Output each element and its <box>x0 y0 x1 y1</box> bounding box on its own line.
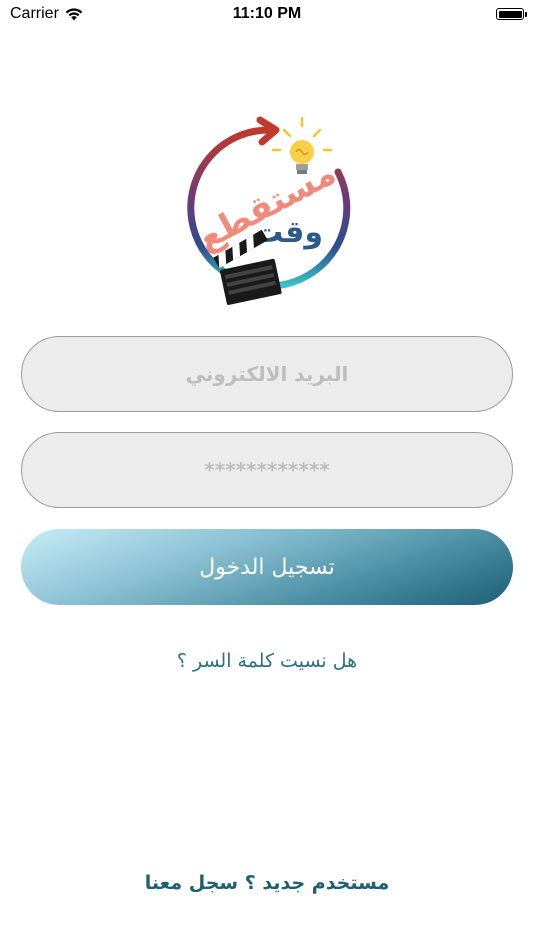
wifi-icon <box>65 7 83 20</box>
password-field[interactable] <box>22 432 512 508</box>
login-button[interactable]: تسجيل الدخول <box>21 529 513 605</box>
logo-word-bottom: وقت <box>253 215 323 250</box>
battery-icon <box>496 8 527 20</box>
email-field[interactable] <box>22 336 512 412</box>
battery-level <box>498 10 522 18</box>
status-left: Carrier <box>10 5 83 23</box>
carrier-label: Carrier <box>10 5 59 22</box>
register-question[interactable]: مستخدم جديد ؟ <box>245 872 389 894</box>
login-button-label: تسجيل الدخول <box>199 554 335 580</box>
register-row: مستخدم جديد ؟ سجل معنا <box>0 872 534 894</box>
status-bar: Carrier 11:10 PM <box>0 0 534 28</box>
email-field-container <box>21 336 513 412</box>
password-field-container <box>21 432 513 508</box>
register-link[interactable]: سجل معنا <box>145 872 238 894</box>
forgot-password-link[interactable]: هل نسيت كلمة السر ؟ <box>0 650 534 672</box>
app-logo: مستقطع وقت <box>187 116 351 305</box>
